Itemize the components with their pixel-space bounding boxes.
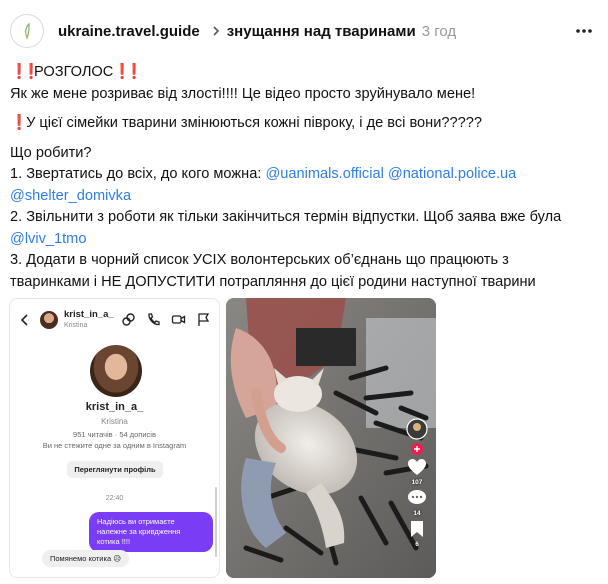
mention-link[interactable]: @lviv_1tmo xyxy=(10,231,86,247)
flag-icon xyxy=(196,312,211,327)
post-line: ❗❗РОЗГОЛОС❗❗ xyxy=(10,62,600,84)
likes-count: 107 xyxy=(411,479,423,486)
chevron-right-icon xyxy=(209,24,223,38)
mention-link[interactable]: @national.police.ua xyxy=(388,166,516,182)
exclamation-icon: ❗ xyxy=(125,64,144,80)
post-sentence: 1. Звертатись до всіх, до кого можна: xyxy=(10,166,266,182)
follow-plus-icon[interactable] xyxy=(411,443,423,455)
chat-scrollbar xyxy=(215,487,217,557)
exclamation-icon: ❗ xyxy=(113,64,132,80)
chat-actions xyxy=(121,312,211,327)
post-header: ukraine.travel.guide знущання над тварин… xyxy=(10,14,600,48)
profile-realname: Kristina xyxy=(101,417,128,426)
heart-icon[interactable] xyxy=(407,458,427,476)
back-arrow-icon xyxy=(20,314,28,326)
post-line: @shelter_domivka xyxy=(10,186,600,208)
more-options-icon[interactable] xyxy=(574,21,594,41)
video-side-actions: 107 14 6 xyxy=(404,418,430,548)
exclamation-icon: ❗ xyxy=(10,115,29,131)
topic-tag[interactable]: знущання над тваринами xyxy=(227,23,416,40)
phone-icon xyxy=(146,312,161,327)
link-icon xyxy=(121,312,136,327)
post-text: ❗❗РОЗГОЛОС❗❗ Як же мене розриває від зло… xyxy=(10,62,600,293)
mention-link[interactable]: @uanimals.official xyxy=(265,166,383,182)
post-line: Як же мене розриває від злості!!!! Це ві… xyxy=(10,85,476,102)
chat-username: krist_in_a_ Kristina xyxy=(64,309,114,329)
post-line: Що робити? xyxy=(10,144,92,161)
author-avatar[interactable] xyxy=(10,14,44,48)
profile-stats: 951 читачів · 54 дописів xyxy=(73,430,156,439)
leaf-logo-icon xyxy=(24,22,30,40)
post-time: 3 год xyxy=(421,22,457,40)
post-sentence: У цієї сімейки тварини змінюються кожні … xyxy=(26,115,482,131)
comments-count: 14 xyxy=(413,510,421,517)
profile-username: krist_in_a_ xyxy=(85,401,144,413)
chat-timestamp: 22:40 xyxy=(105,495,124,502)
chat-header: krist_in_a_ Kristina xyxy=(10,299,219,341)
post-line: @lviv_1tmo xyxy=(10,229,600,251)
video-call-icon xyxy=(171,312,186,327)
view-profile-button: Переглянути профіль xyxy=(67,461,163,478)
profile-follow-info: Ви не стежите одне за одним в Instagram xyxy=(42,441,187,450)
comment-icon[interactable] xyxy=(407,489,427,507)
chat-avatar xyxy=(40,311,58,329)
post-line: ❗ У цієї сімейки тварини змінюються кожн… xyxy=(10,113,600,135)
mention-link[interactable]: @shelter_domivka xyxy=(10,188,131,204)
creator-avatar-icon[interactable] xyxy=(406,418,428,440)
exclamation-icon: ❗ xyxy=(22,64,41,80)
saves-count: 6 xyxy=(415,541,419,548)
profile-photo xyxy=(90,345,142,397)
cat-video-image[interactable]: 107 14 6 xyxy=(226,298,436,578)
post-line: 1. Звертатись до всіх, до кого можна: @u… xyxy=(10,164,600,186)
post-line: 2. Звільнити з роботи як тільки закінчит… xyxy=(10,209,562,225)
post-line: тваринками і НЕ ДОПУСТИТИ потрапляння до… xyxy=(10,273,536,290)
exclamation-icon: ❗ xyxy=(10,64,29,80)
outgoing-message: Надіюсь ви отримаєте належне за кривджен… xyxy=(89,512,213,552)
bookmark-icon[interactable] xyxy=(409,520,425,538)
headline: РОЗГОЛОС xyxy=(34,64,114,80)
chat-screenshot-image[interactable]: krist_in_a_ Kristina krist_in_a_ Kristin… xyxy=(9,298,220,578)
post-line: 3. Додати в чорний список УСІХ волонтерс… xyxy=(10,252,509,268)
author-name[interactable]: ukraine.travel.guide xyxy=(58,23,200,40)
incoming-message: Помянемо котика 😥 xyxy=(42,550,130,567)
